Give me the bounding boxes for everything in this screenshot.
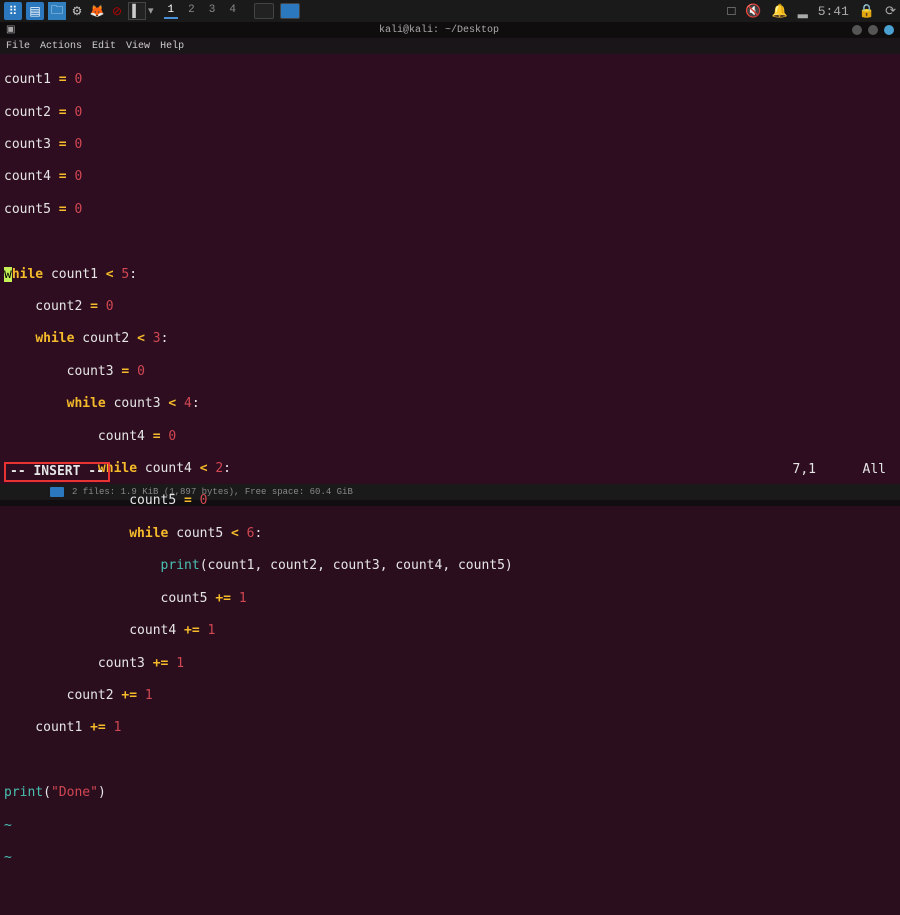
vim-tilde: ~	[4, 850, 896, 866]
workspace-4[interactable]: 4	[225, 3, 240, 19]
vim-editor[interactable]: count1 = 0 count2 = 0 count3 = 0 count4 …	[0, 54, 900, 484]
menu-view[interactable]: View	[126, 41, 150, 52]
window-controls	[852, 25, 894, 35]
system-tray: □ 🔇 🔔 ▂ 5:41 🔒 ⟳	[728, 4, 897, 19]
maximize-button[interactable]	[868, 25, 878, 35]
workspace-1[interactable]: 1	[164, 3, 179, 19]
code-line: count5 += 1	[4, 591, 896, 607]
taskbar-running-apps	[254, 3, 728, 19]
menu-edit[interactable]: Edit	[92, 41, 116, 52]
power-icon[interactable]: ⟳	[885, 4, 896, 19]
code-line: count4 = 0	[4, 429, 896, 445]
workspace-switcher: 1 2 3 4	[164, 3, 240, 19]
network-icon[interactable]: ▂	[798, 4, 808, 19]
quick-settings-icon[interactable]: ⚙	[68, 2, 86, 20]
code-line: while count3 < 4:	[4, 396, 896, 412]
start-menu-icon[interactable]: ⠿	[4, 2, 22, 20]
dropdown-icon[interactable]: ▾	[148, 4, 154, 18]
window-title: kali@kali: ~/Desktop	[26, 25, 852, 36]
running-app-icon[interactable]	[280, 3, 300, 19]
code-line: count2 = 0	[4, 299, 896, 315]
code-line	[4, 234, 896, 250]
code-line	[4, 753, 896, 769]
recorder-icon[interactable]: □	[728, 4, 736, 19]
terminal-launcher-icon[interactable]: ▍	[128, 2, 146, 20]
running-terminal-icon[interactable]	[254, 3, 274, 19]
sound-muted-icon[interactable]: 🔇	[745, 4, 761, 19]
code-line: count4 = 0	[4, 169, 896, 185]
code-line: while count2 < 3:	[4, 331, 896, 347]
close-button[interactable]	[884, 25, 894, 35]
code-line: count2 += 1	[4, 688, 896, 704]
window-titlebar: ▣ kali@kali: ~/Desktop	[0, 22, 900, 38]
code-line: count3 += 1	[4, 656, 896, 672]
cursor: w	[4, 267, 12, 282]
firefox-icon[interactable]: 🦊	[88, 2, 106, 20]
code-line: print(count1, count2, count3, count4, co…	[4, 558, 896, 574]
minimize-button[interactable]	[852, 25, 862, 35]
menu-actions[interactable]: Actions	[40, 41, 82, 52]
code-line: count5 = 0	[4, 202, 896, 218]
vim-mode-indicator: -- INSERT --	[4, 462, 110, 482]
code-line: count3 = 0	[4, 364, 896, 380]
workspace-2[interactable]: 2	[184, 3, 199, 19]
cursor-position: 7,1	[793, 462, 816, 482]
menu-help[interactable]: Help	[160, 41, 184, 52]
menubar: File Actions Edit View Help	[0, 38, 900, 54]
code-line: count2 = 0	[4, 105, 896, 121]
window-app-icon: ▣	[6, 24, 26, 36]
taskbar-left: ⠿ ▤ 🗀 ⚙ 🦊 ⊘ ▍ ▾ 1 2 3 4	[4, 2, 240, 20]
vim-tilde: ~	[4, 818, 896, 834]
code-line: count4 += 1	[4, 623, 896, 639]
noscript-icon[interactable]: ⊘	[108, 2, 126, 20]
code-line: print("Done")	[4, 785, 896, 801]
menu-file[interactable]: File	[6, 41, 30, 52]
workspace-3[interactable]: 3	[205, 3, 220, 19]
file-manager-icon[interactable]: 🗀	[48, 2, 66, 20]
code-line: count3 = 0	[4, 137, 896, 153]
vim-statusline: -- INSERT -- 7,1 All	[0, 462, 900, 484]
code-line: count5 = 0	[4, 493, 896, 509]
clock[interactable]: 5:41	[818, 4, 849, 19]
scroll-indicator: All	[863, 462, 886, 478]
system-taskbar: ⠿ ▤ 🗀 ⚙ 🦊 ⊘ ▍ ▾ 1 2 3 4 □ 🔇 🔔 ▂ 5:41 🔒 ⟳	[0, 0, 900, 22]
code-line: while count5 < 6:	[4, 526, 896, 542]
code-line: while count1 < 5:	[4, 267, 896, 283]
code-line: count1 = 0	[4, 72, 896, 88]
code-line: count1 += 1	[4, 720, 896, 736]
app-launcher-icon[interactable]: ▤	[26, 2, 44, 20]
lock-icon[interactable]: 🔒	[859, 4, 875, 19]
notifications-icon[interactable]: 🔔	[772, 4, 788, 19]
